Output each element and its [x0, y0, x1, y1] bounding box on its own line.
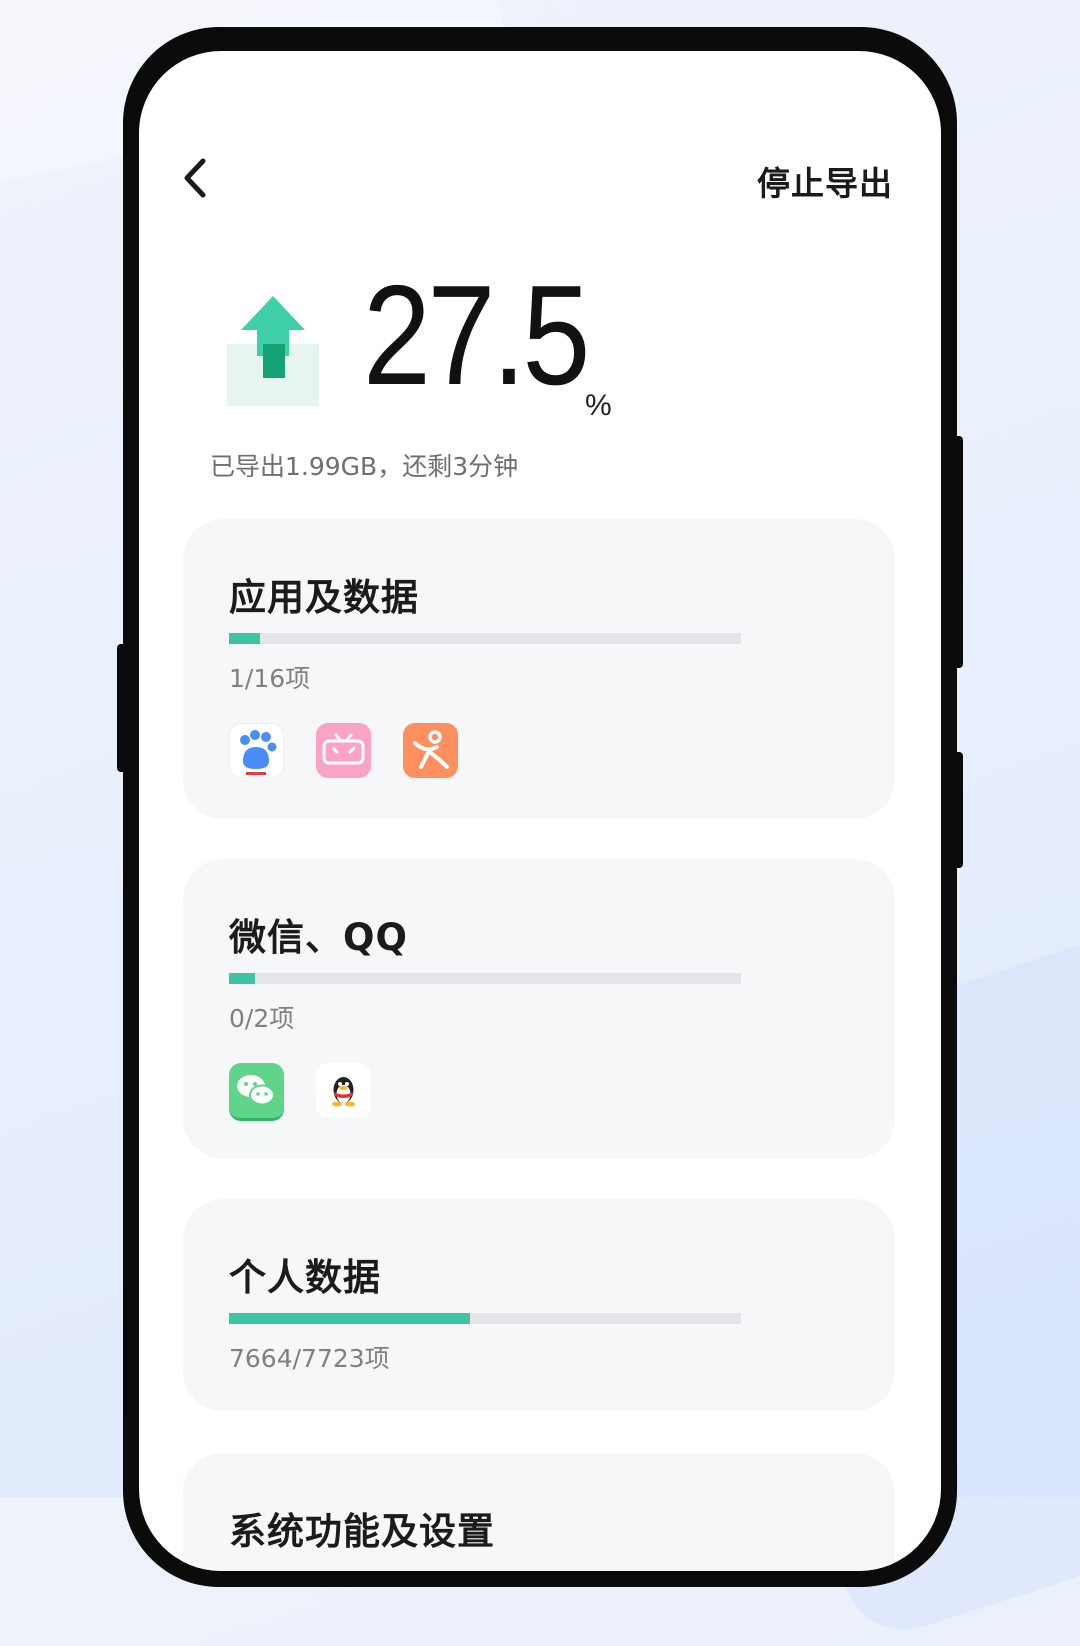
category-card-wechat-qq[interactable]: 微信、QQ 0/2项	[183, 859, 895, 1159]
chevron-left-icon[interactable]	[179, 155, 215, 201]
category-card-personal-data[interactable]: 个人数据 7664/7723项	[183, 1199, 895, 1411]
card-title: 个人数据	[229, 1256, 381, 1299]
card-title: 系统功能及设置	[229, 1510, 495, 1553]
phone-screen: 停止导出 27.5 % 已导出1.99GB，还剩3分钟 应用及数据 1/16项	[139, 51, 941, 1571]
dianping-app-icon	[403, 723, 458, 778]
item-count: 7664/7723项	[229, 1344, 390, 1373]
progress-percent: 27.5	[363, 256, 590, 415]
card-title: 微信、QQ	[229, 916, 408, 959]
item-count: 1/16项	[229, 664, 311, 693]
app-icon-row	[229, 723, 458, 778]
progress-bar-fill	[229, 1313, 470, 1324]
stop-export-button[interactable]: 停止导出	[757, 157, 893, 205]
category-card-apps[interactable]: 应用及数据 1/16项	[183, 519, 895, 819]
qq-app-icon	[316, 1063, 371, 1118]
progress-bar-fill	[229, 973, 255, 984]
card-title: 应用及数据	[229, 576, 419, 619]
progress-bar	[229, 973, 741, 984]
progress-bar	[229, 1313, 741, 1324]
progress-bar	[229, 633, 741, 644]
category-card-system-settings[interactable]: 系统功能及设置	[183, 1453, 895, 1571]
phone-frame: 停止导出 27.5 % 已导出1.99GB，还剩3分钟 应用及数据 1/16项	[123, 27, 957, 1587]
item-count: 0/2项	[229, 1004, 295, 1033]
baidu-app-icon	[229, 723, 284, 778]
progress-bar-fill	[229, 633, 260, 644]
export-status-text: 已导出1.99GB，还剩3分钟	[210, 452, 519, 481]
app-icon-row	[229, 1063, 371, 1121]
progress-unit: %	[585, 389, 612, 422]
upload-arrow-icon	[227, 296, 321, 408]
bilibili-app-icon	[316, 723, 371, 778]
wechat-app-icon	[229, 1063, 284, 1121]
